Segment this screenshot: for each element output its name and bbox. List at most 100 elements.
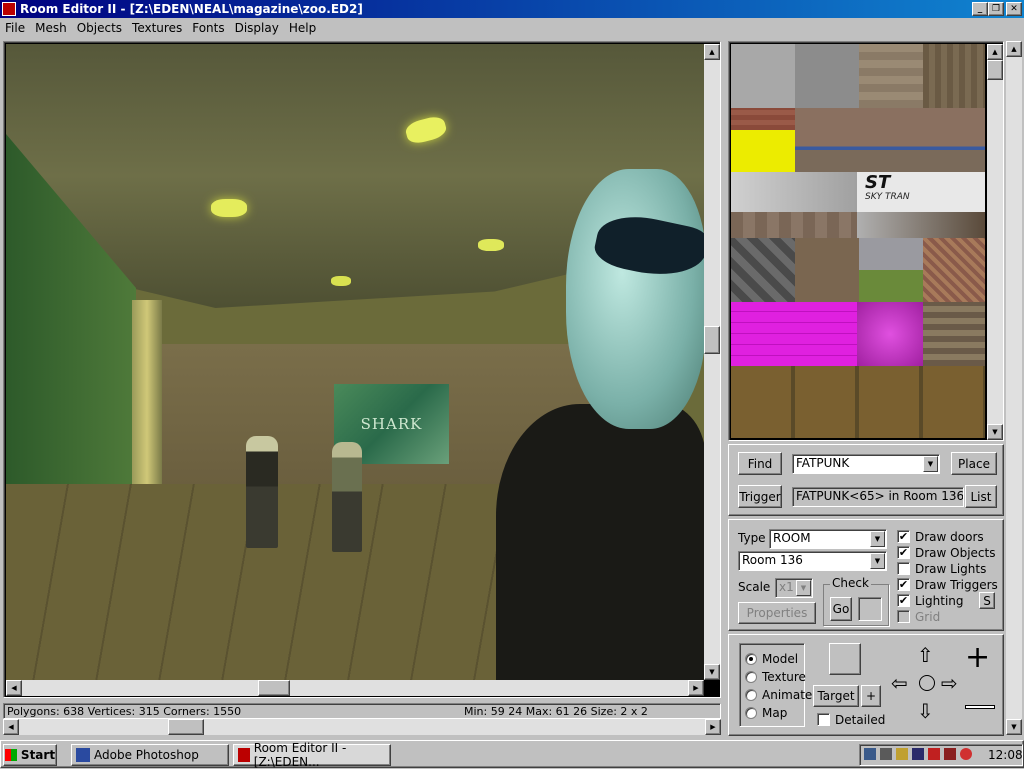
scroll-down-arrow-icon[interactable]: ▼ (704, 664, 720, 680)
fatpunk-character[interactable] (496, 404, 704, 680)
clock[interactable]: 12:08 (988, 748, 1023, 762)
texture-tile[interactable] (923, 44, 985, 108)
object-dropdown[interactable]: FATPUNK ▼ (792, 454, 940, 474)
scroll-right-arrow-icon[interactable]: ▶ (705, 719, 721, 735)
zoom-in-icon[interactable]: + (965, 643, 990, 673)
scroll-thumb[interactable] (258, 680, 290, 696)
find-button[interactable]: Find (738, 452, 782, 475)
texture-tile[interactable] (923, 302, 985, 366)
arrow-right-icon[interactable]: ⇨ (941, 673, 958, 693)
texture-tile[interactable] (731, 44, 795, 108)
target-plus-button[interactable]: + (861, 685, 881, 707)
scroll-down-arrow-icon[interactable]: ▼ (1006, 719, 1022, 735)
maximize-button[interactable]: ❐ (988, 2, 1004, 16)
arrow-down-icon[interactable]: ⇩ (917, 701, 934, 721)
tray-printer-icon[interactable] (928, 748, 940, 760)
chevron-down-icon[interactable]: ▼ (796, 580, 811, 596)
menu-objects[interactable]: Objects (72, 21, 127, 35)
menu-file[interactable]: File (0, 21, 30, 35)
scroll-down-arrow-icon[interactable]: ▼ (987, 424, 1003, 440)
status-hscrollbar[interactable]: ◀ ▶ (3, 719, 721, 735)
draw-doors-checkbox[interactable]: ✔ (897, 530, 910, 543)
type-dropdown[interactable]: ROOM ▼ (769, 529, 887, 549)
lighting-s-button[interactable]: S (979, 592, 995, 609)
sky-tran-texture[interactable]: ST SKY TRAN (857, 172, 985, 212)
target-preview-button[interactable] (829, 643, 861, 675)
scroll-thumb[interactable] (168, 719, 204, 735)
chevron-down-icon[interactable]: ▼ (870, 553, 885, 569)
texture-tile[interactable] (731, 172, 857, 212)
tray-alert-icon[interactable] (960, 748, 972, 760)
close-button[interactable]: ✕ (1006, 2, 1022, 16)
target-button[interactable]: Target (813, 685, 859, 707)
zoom-out-icon[interactable] (965, 705, 995, 709)
place-button[interactable]: Place (951, 452, 997, 475)
scroll-up-arrow-icon[interactable]: ▲ (704, 44, 720, 60)
arrow-left-icon[interactable]: ⇦ (891, 673, 908, 693)
texture-tile[interactable] (731, 108, 795, 130)
scroll-left-arrow-icon[interactable]: ◀ (6, 680, 22, 696)
menu-mesh[interactable]: Mesh (30, 21, 72, 35)
draw-triggers-checkbox[interactable]: ✔ (897, 578, 910, 591)
minimize-button[interactable]: _ (972, 2, 988, 16)
tray-volume-icon[interactable] (896, 748, 908, 760)
texture-tile[interactable] (731, 302, 857, 366)
scale-dropdown[interactable]: x1 ▼ (775, 578, 813, 598)
tray-disk-icon[interactable] (912, 748, 924, 760)
scroll-up-arrow-icon[interactable]: ▲ (987, 44, 1003, 60)
go-button[interactable]: Go (830, 597, 852, 621)
menu-textures[interactable]: Textures (127, 21, 187, 35)
tray-monitor-icon[interactable] (944, 748, 956, 760)
map-radio[interactable] (745, 707, 757, 719)
scroll-thumb[interactable] (704, 326, 720, 354)
draw-lights-checkbox[interactable] (897, 562, 910, 575)
texture-tile[interactable] (923, 238, 985, 302)
texture-tile[interactable] (731, 130, 795, 172)
viewport-vscrollbar[interactable]: ▲ ▼ (704, 44, 720, 680)
3d-viewport[interactable]: SHARK (6, 44, 704, 680)
grid-checkbox[interactable] (897, 610, 910, 623)
texture-tile[interactable] (857, 302, 923, 366)
tray-network-icon[interactable] (864, 748, 876, 760)
texture-tile[interactable] (795, 238, 859, 302)
texture-tile[interactable] (795, 108, 985, 172)
npc-figure[interactable] (332, 442, 362, 552)
start-button[interactable]: Start (3, 744, 57, 766)
panel-vscrollbar[interactable]: ▲ ▼ (1006, 41, 1022, 735)
properties-button[interactable]: Properties (738, 602, 816, 624)
lighting-checkbox[interactable]: ✔ (897, 594, 910, 607)
texture-tile[interactable] (795, 44, 859, 108)
chevron-down-icon[interactable]: ▼ (870, 531, 885, 547)
menu-fonts[interactable]: Fonts (187, 21, 229, 35)
texture-vscrollbar[interactable]: ▲ ▼ (987, 44, 1003, 440)
animate-radio[interactable] (745, 689, 757, 701)
scroll-up-arrow-icon[interactable]: ▲ (1006, 41, 1022, 57)
texture-tile[interactable] (731, 366, 985, 438)
texture-tile[interactable] (859, 44, 923, 108)
center-circle-icon[interactable] (919, 675, 935, 691)
viewport-hscrollbar[interactable]: ◀ ▶ (6, 680, 704, 696)
tray-display-icon[interactable] (880, 748, 892, 760)
list-button[interactable]: List (965, 485, 997, 508)
detailed-checkbox[interactable] (817, 713, 830, 726)
texture-tile[interactable] (731, 238, 795, 302)
trigger-button[interactable]: Trigger (738, 485, 782, 508)
scroll-left-arrow-icon[interactable]: ◀ (3, 719, 19, 735)
menu-display[interactable]: Display (230, 21, 284, 35)
menu-help[interactable]: Help (284, 21, 321, 35)
model-radio[interactable] (745, 653, 757, 665)
texture-tile[interactable] (731, 212, 857, 238)
texture-palette[interactable]: ST SKY TRAN ▲ ▼ (728, 41, 1004, 441)
npc-figure[interactable] (246, 436, 278, 548)
room-dropdown[interactable]: Room 136 ▼ (738, 551, 887, 571)
task-photoshop[interactable]: Adobe Photoshop (71, 744, 229, 766)
chevron-down-icon[interactable]: ▼ (923, 456, 938, 472)
scroll-thumb[interactable] (987, 60, 1003, 80)
texture-tile[interactable] (857, 212, 985, 238)
draw-objects-checkbox[interactable]: ✔ (897, 546, 910, 559)
arrow-up-icon[interactable]: ⇧ (917, 645, 934, 665)
texture-radio[interactable] (745, 671, 757, 683)
texture-tile[interactable] (859, 238, 923, 302)
task-room-editor[interactable]: Room Editor II - [Z:\EDEN... (233, 741, 391, 769)
scroll-right-arrow-icon[interactable]: ▶ (688, 680, 704, 696)
